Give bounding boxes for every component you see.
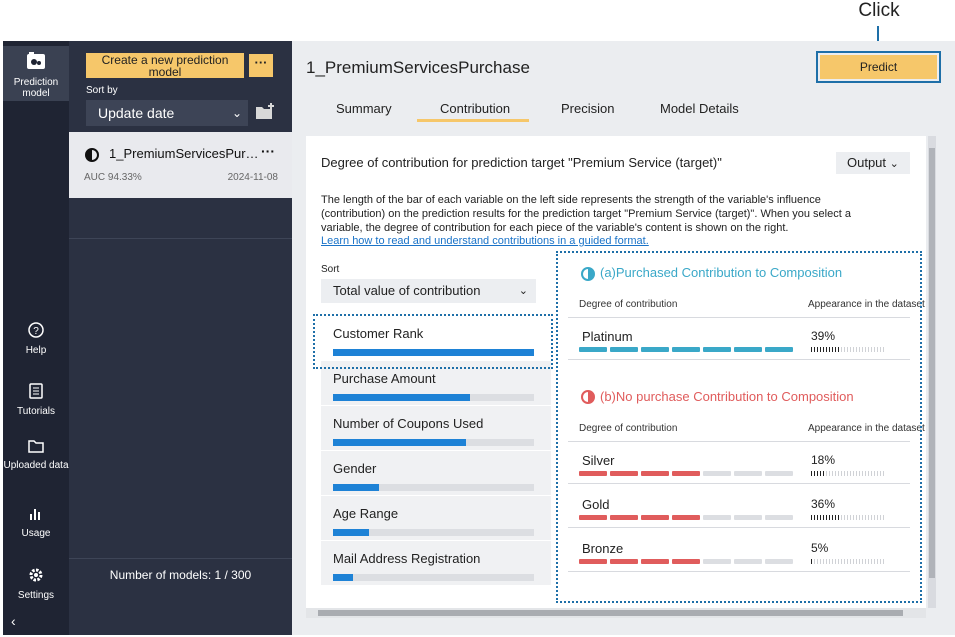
sort-select[interactable]: Update date ⌄ <box>86 100 248 126</box>
sort-value: Total value of contribution <box>333 283 481 298</box>
page-title: 1_PremiumServicesPurchase <box>306 58 530 77</box>
contribution-description: The length of the bar of each variable o… <box>321 194 851 234</box>
bar-chart-icon <box>3 507 69 525</box>
contribution-sort-select[interactable]: Total value of contribution ⌄ <box>321 279 536 303</box>
contribution-bar-track <box>333 394 534 401</box>
divider <box>69 558 292 559</box>
tutorials-icon <box>3 383 69 403</box>
tab-summary[interactable]: Summary <box>336 101 392 116</box>
contribution-bar <box>333 529 370 536</box>
nav-item-label: Tutorials <box>17 406 55 417</box>
contribution-bar-track <box>333 529 534 536</box>
divider <box>69 238 292 239</box>
gear-icon <box>3 567 69 587</box>
model-count: Number of models: 1 / 300 <box>109 568 252 582</box>
output-label: Output <box>847 155 887 170</box>
model-more-button[interactable]: ··· <box>261 143 275 159</box>
contribution-bar <box>333 394 470 401</box>
scrollbar-thumb[interactable] <box>318 610 903 616</box>
variable-item[interactable]: Number of Coupons Used <box>321 406 551 451</box>
contribution-bar-track <box>333 484 534 491</box>
guide-link[interactable]: Learn how to read and understand contrib… <box>321 235 649 247</box>
vertical-scrollbar[interactable] <box>928 136 936 608</box>
output-button[interactable]: Output ⌄ <box>836 152 910 174</box>
contribution-bar <box>333 484 380 491</box>
folder-icon <box>3 439 69 457</box>
model-name: 1_PremiumServicesPurchase <box>109 146 259 161</box>
sort-select-value: Update date <box>98 105 175 121</box>
model-date: 2024-11-08 <box>227 172 278 183</box>
variable-name: Mail Address Registration <box>333 551 481 566</box>
nav-item-label: Uploaded data <box>3 460 69 471</box>
nav-item-usage[interactable]: Usage <box>3 507 69 541</box>
nav-item-settings[interactable]: Settings <box>3 567 69 601</box>
composition-highlight-frame <box>556 251 922 603</box>
selected-variable-highlight-frame <box>313 314 553 369</box>
left-nav: Prediction model ? Help Tutorials Upload… <box>3 41 69 635</box>
chevron-down-icon: ⌄ <box>231 106 242 120</box>
sort-by-label: Sort by <box>86 85 118 96</box>
chevron-down-icon: ⌄ <box>518 285 528 297</box>
nav-item-label: Settings <box>17 590 55 601</box>
variable-name: Number of Coupons Used <box>333 416 484 431</box>
variable-name: Purchase Amount <box>333 371 436 386</box>
nav-item-prediction-model[interactable]: Prediction model <box>3 46 69 101</box>
app-root: Click Prediction model ? Help Tutorials <box>0 0 955 637</box>
nav-item-uploaded-data[interactable]: Uploaded data <box>3 439 69 483</box>
variable-item[interactable]: Gender <box>321 451 551 496</box>
horizontal-scrollbar[interactable] <box>306 608 926 618</box>
variable-name: Gender <box>333 461 377 476</box>
contribution-title: Degree of contribution for prediction ta… <box>321 155 722 170</box>
variable-item[interactable]: Age Range <box>321 496 551 541</box>
nav-item-label: Help <box>25 345 47 356</box>
contribution-bar-track <box>333 574 534 581</box>
nav-item-label: Prediction model <box>13 77 59 99</box>
chevron-down-icon: ⌄ <box>889 158 899 170</box>
nav-item-tutorials[interactable]: Tutorials <box>3 383 69 417</box>
prediction-model-icon <box>3 52 69 74</box>
model-list-item[interactable]: 1_PremiumServicesPurchase ··· AUC 94.33%… <box>69 132 292 198</box>
nav-item-help[interactable]: ? Help <box>3 322 69 356</box>
model-list-panel: Create a new prediction model ··· Sort b… <box>69 41 292 635</box>
contribution-bar-track <box>333 439 534 446</box>
tab-model-details[interactable]: Model Details <box>660 101 739 116</box>
nav-item-label: Usage <box>21 528 51 539</box>
scrollbar-thumb[interactable] <box>929 148 935 578</box>
help-icon: ? <box>3 322 69 342</box>
tab-precision[interactable]: Precision <box>561 101 614 116</box>
variable-name: Age Range <box>333 506 399 521</box>
collapse-nav-icon[interactable]: ‹ <box>11 613 16 629</box>
svg-text:?: ? <box>33 326 39 337</box>
predict-button[interactable]: Predict <box>820 55 937 79</box>
contribution-bar <box>333 439 466 446</box>
half-circle-icon <box>85 148 99 162</box>
create-model-button[interactable]: Create a new prediction model <box>86 53 244 78</box>
more-options-button[interactable]: ··· <box>249 54 273 77</box>
add-folder-icon[interactable] <box>255 103 275 121</box>
variable-item[interactable]: Mail Address Registration <box>321 541 551 586</box>
model-auc: AUC 94.33% <box>84 172 142 183</box>
contribution-bar <box>333 574 354 581</box>
click-annotation-label: Click <box>858 0 900 21</box>
tab-contribution[interactable]: Contribution <box>440 101 510 116</box>
sort-label: Sort <box>321 264 340 275</box>
active-tab-indicator <box>417 119 529 122</box>
